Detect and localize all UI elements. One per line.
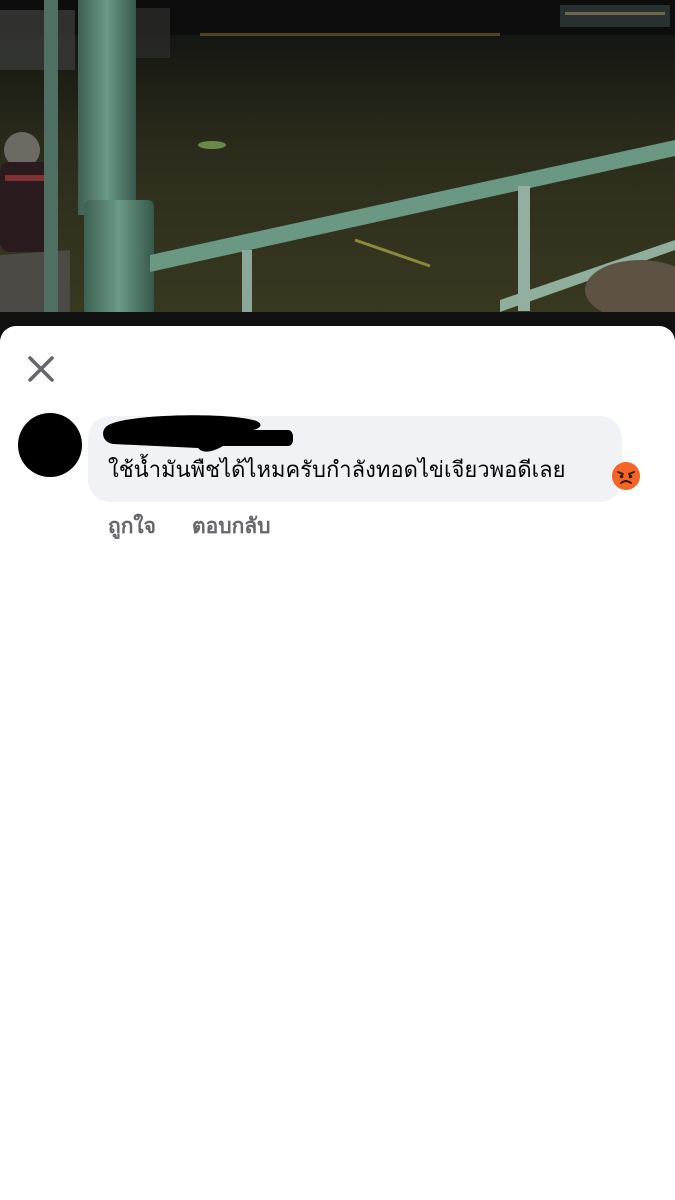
comment-bubble: ใช้น้ำมันพืชได้ไหมครับกำลังทอดไข่เจียวพอ…: [88, 415, 622, 502]
comment-actions: ถูกใจ ตอบกลับ: [108, 510, 271, 543]
video-frame-image: [0, 0, 675, 340]
comment-text: ใช้น้ำมันพืชได้ไหมครับกำลังทอดไข่เจียวพอ…: [108, 458, 566, 483]
close-button[interactable]: [22, 350, 60, 388]
close-icon: [28, 356, 54, 382]
video-background: [0, 0, 675, 340]
like-button[interactable]: ถูกใจ: [108, 510, 156, 543]
comments-sheet: ใช้น้ำมันพืชได้ไหมครับกำลังทอดไข่เจียวพอ…: [0, 326, 675, 1200]
angry-face-icon: [612, 462, 640, 490]
redacted-username: [103, 415, 293, 452]
avatar[interactable]: [18, 413, 82, 477]
screen: ใช้น้ำมันพืชได้ไหมครับกำลังทอดไข่เจียวพอ…: [0, 0, 675, 1200]
reply-button[interactable]: ตอบกลับ: [192, 510, 271, 543]
